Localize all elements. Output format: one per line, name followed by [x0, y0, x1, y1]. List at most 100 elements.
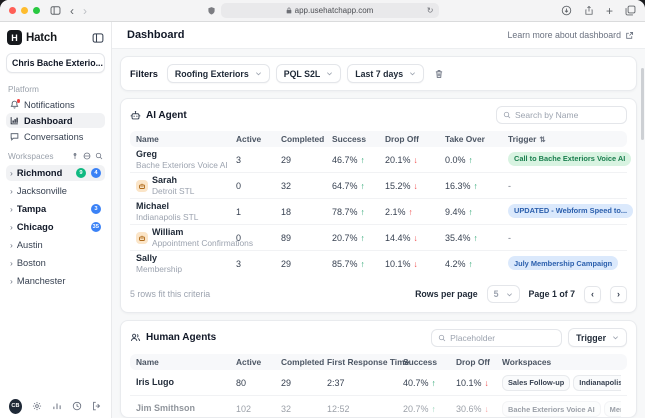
- workspace-name: Manchester: [17, 276, 101, 286]
- trend-arrow-down-icon: ↓: [414, 233, 418, 243]
- column-header[interactable]: Name: [136, 357, 236, 367]
- agent-subtitle: Detroit STL: [152, 186, 194, 197]
- column-header[interactable]: Drop Off: [385, 134, 445, 144]
- ai-agent-search-input[interactable]: [515, 110, 620, 120]
- org-selector[interactable]: Chris Bache Exterio...: [6, 53, 105, 73]
- human-agent-table-row[interactable]: Jim Smithson1023212:5220.7%↑30.6%↓Bache …: [130, 396, 627, 418]
- settings-gear-icon[interactable]: [32, 401, 42, 411]
- metric-value: 16.3%↑: [445, 181, 508, 191]
- workspace-sort-icon[interactable]: [71, 152, 79, 160]
- workspace-chip[interactable]: Sales Follow-up: [502, 375, 570, 391]
- workspaces-section-label: Workspaces: [8, 151, 54, 161]
- ai-agent-table-row[interactable]: GregBache Exteriors Voice AI32946.7%↑20.…: [130, 147, 627, 173]
- column-header[interactable]: Active: [236, 357, 281, 367]
- metric-number: 20.7%: [332, 233, 358, 243]
- column-header[interactable]: Success: [332, 134, 385, 144]
- ai-agent-table-row[interactable]: SarahDetroit STL03264.7%↑15.2%↓16.3%↑-: [130, 173, 627, 199]
- column-header[interactable]: Take Over: [445, 134, 508, 144]
- sidebar-item-label: Dashboard: [24, 116, 73, 126]
- workspace-item[interactable]: ›Tampa3: [6, 201, 105, 217]
- workspace-item[interactable]: ›Austin: [6, 237, 105, 253]
- column-header[interactable]: Success: [403, 357, 456, 367]
- column-header[interactable]: First Response Time: [327, 357, 403, 367]
- workspace-name: Boston: [17, 258, 101, 268]
- sidebar-item-notifications[interactable]: Notifications: [6, 97, 105, 112]
- trigger-filter-label: Trigger: [576, 333, 606, 343]
- learn-more-link[interactable]: Learn more about dashboard: [508, 30, 634, 40]
- zoom-window-button[interactable]: [33, 7, 40, 14]
- cell-value: 3: [236, 155, 281, 165]
- workspace-item[interactable]: ›Jacksonville: [6, 183, 105, 199]
- ai-agent-badge: [136, 180, 148, 192]
- new-tab-button[interactable]: +: [606, 5, 613, 17]
- workspace-chip[interactable]: Memberships: [604, 401, 621, 417]
- user-avatar[interactable]: CB: [9, 399, 22, 414]
- trigger-cell: UPDATED - Webform Speed to...: [508, 204, 621, 220]
- filter-dropdown[interactable]: PQL S2L: [276, 64, 342, 83]
- help-clock-icon[interactable]: [72, 401, 82, 411]
- human-agents-search[interactable]: [431, 329, 562, 347]
- ai-agent-table-row[interactable]: MichaelIndianapolis STL11878.7%↑2.1%↑9.4…: [130, 199, 627, 225]
- trigger-badge: UPDATED - Webform Speed to...: [508, 204, 633, 218]
- workspace-item[interactable]: ›Manchester: [6, 273, 105, 289]
- sort-icon[interactable]: ⇅: [539, 135, 545, 144]
- analytics-icon[interactable]: [52, 401, 62, 411]
- ai-agent-search[interactable]: [496, 106, 627, 124]
- privacy-shield-icon[interactable]: [207, 6, 216, 16]
- ai-agent-table-row[interactable]: SallyMembership32985.7%↑10.1%↓4.2%↑July …: [130, 251, 627, 277]
- logout-icon[interactable]: [92, 401, 102, 411]
- workspace-item[interactable]: ›Boston: [6, 255, 105, 271]
- external-link-icon: [625, 31, 634, 40]
- agent-name-cell: Jim Smithson: [136, 403, 236, 414]
- metric-value: 30.6%↓: [456, 404, 502, 414]
- column-header[interactable]: Completed: [281, 134, 332, 144]
- prev-page-button[interactable]: ‹: [584, 286, 601, 303]
- workspace-item[interactable]: ›Richmond94: [6, 165, 105, 181]
- metric-number: 10.1%: [456, 378, 482, 388]
- cell-value: 29: [281, 155, 332, 165]
- close-window-button[interactable]: [9, 7, 16, 14]
- column-header[interactable]: Active: [236, 134, 281, 144]
- chevron-right-icon: ›: [10, 223, 13, 232]
- column-header[interactable]: Drop Off: [456, 357, 502, 367]
- reload-icon[interactable]: ↻: [427, 6, 434, 15]
- human-agent-table-row[interactable]: Iris Lugo80292:3740.7%↑10.1%↓Sales Follo…: [130, 370, 627, 396]
- rows-per-page-select[interactable]: 5: [487, 285, 520, 303]
- cell-value: 32: [281, 181, 332, 191]
- column-header[interactable]: Name: [136, 134, 236, 144]
- share-icon[interactable]: [584, 5, 594, 16]
- collapse-sidebar-icon[interactable]: [92, 32, 104, 44]
- filter-dropdown[interactable]: Roofing Exteriors: [167, 64, 270, 83]
- main-scrollbar[interactable]: [641, 68, 644, 140]
- agent-name-cell: SarahDetroit STL: [136, 175, 236, 197]
- back-button[interactable]: ‹: [70, 5, 74, 17]
- filter-dropdown[interactable]: Last 7 days: [347, 64, 424, 83]
- address-bar[interactable]: app.usehatchapp.com ↻: [221, 3, 439, 18]
- hatch-logo: H: [7, 30, 22, 45]
- human-agents-search-input[interactable]: [450, 333, 555, 343]
- filter-dropdown-label: Last 7 days: [355, 69, 403, 79]
- sidebar-item-dashboard[interactable]: Dashboard: [6, 113, 105, 128]
- workspace-settings-icon[interactable]: [83, 152, 91, 160]
- trigger-filter-dropdown[interactable]: Trigger: [568, 328, 627, 347]
- next-page-button[interactable]: ›: [610, 286, 627, 303]
- sidebar-item-label: Notifications: [24, 100, 75, 110]
- sidebar-item-conversations[interactable]: Conversations: [6, 129, 105, 144]
- minimize-window-button[interactable]: [21, 7, 28, 14]
- browser-sidebar-icon[interactable]: [50, 5, 61, 16]
- column-header[interactable]: Trigger⇅: [508, 134, 621, 144]
- agent-name: Sarah: [152, 175, 194, 186]
- traffic-lights[interactable]: [9, 7, 40, 14]
- metric-number: 0.0%: [445, 155, 466, 165]
- forward-button[interactable]: ›: [83, 5, 87, 17]
- column-header[interactable]: Workspaces: [502, 357, 621, 367]
- clear-filters-trash-icon[interactable]: [434, 69, 444, 79]
- workspace-search-icon[interactable]: [95, 152, 103, 160]
- downloads-icon[interactable]: [561, 5, 572, 16]
- tab-overview-icon[interactable]: [625, 5, 636, 16]
- column-header[interactable]: Completed: [281, 357, 327, 367]
- workspace-chip[interactable]: Indianapolis STL: [573, 375, 621, 391]
- workspace-item[interactable]: ›Chicago35: [6, 219, 105, 235]
- workspace-chip[interactable]: Bache Exteriors Voice AI: [502, 401, 601, 417]
- ai-agent-table-row[interactable]: WilliamAppointment Confirmations08920.7%…: [130, 225, 627, 251]
